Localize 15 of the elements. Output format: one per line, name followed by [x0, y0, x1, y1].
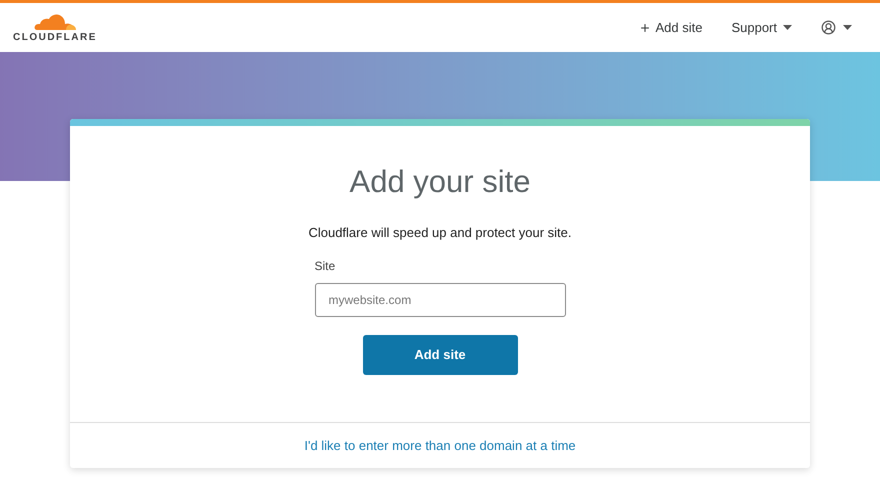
site-input-field[interactable]: mywebsite.com	[314, 282, 566, 316]
account-menu[interactable]	[821, 20, 852, 35]
caret-icon	[843, 25, 852, 30]
site-label: Site	[314, 258, 336, 274]
caret-icon	[783, 25, 792, 30]
add-site-button[interactable]: Add site	[362, 334, 518, 374]
plus-icon	[639, 22, 652, 34]
subtitle: Cloudflare will speed up and protect your site.	[308, 224, 572, 242]
cloud-logo-icon	[32, 12, 77, 30]
add-site-link[interactable]: Add site	[639, 18, 702, 38]
user-icon	[821, 20, 836, 35]
support-menu[interactable]: Support	[731, 18, 777, 38]
page-title: Add your site	[350, 166, 530, 197]
logo-wordmark: CLOUDFLARE	[13, 32, 97, 42]
multiple-domains-link[interactable]: I'd like to enter more than one domain at a time	[304, 436, 576, 456]
